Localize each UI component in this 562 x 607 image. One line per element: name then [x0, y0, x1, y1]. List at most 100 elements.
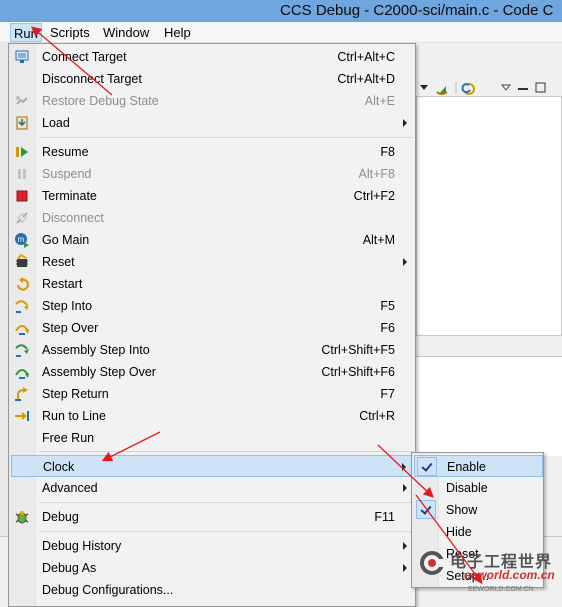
menu-item-load[interactable]: Load — [11, 112, 415, 134]
menu-item-shortcut: F5 — [380, 299, 395, 313]
checkmark-icon — [416, 500, 436, 519]
menu-item-restore-debug-state: Restore Debug State Alt+E — [11, 90, 415, 112]
submenu-arrow-icon — [402, 463, 406, 471]
terminate-icon — [16, 190, 28, 202]
menu-item-shortcut: Ctrl+F2 — [353, 189, 395, 203]
background-toolbar-icons — [420, 82, 546, 95]
menu-item-label: Restart — [42, 277, 83, 291]
submenu-item-enable[interactable]: Enable — [414, 455, 543, 477]
connect-target-icon — [15, 50, 29, 63]
menu-item-label: Debug As — [42, 561, 97, 575]
menu-item-label: Restore Debug State — [42, 94, 159, 108]
menu-item-label: Run to Line — [42, 409, 106, 423]
menu-item-shortcut: Alt+E — [364, 94, 395, 108]
submenu-item-label: Enable — [447, 460, 486, 474]
menu-item-debug-configurations[interactable]: Debug Configurations... — [11, 579, 415, 601]
step-return-icon — [15, 387, 28, 401]
menu-item-debug-history[interactable]: Debug History — [11, 535, 415, 557]
menu-item-label: Disconnect Target — [42, 72, 142, 86]
load-icon — [16, 116, 28, 130]
window-title: CCS Debug - C2000-sci/main.c - Code C — [280, 2, 554, 19]
menu-item-clock[interactable]: Clock — [11, 455, 415, 477]
menu-item-step-over[interactable]: Step Over F6 — [11, 317, 415, 339]
menu-run[interactable]: Run — [10, 23, 42, 42]
submenu-arrow-icon — [403, 484, 407, 492]
menu-window[interactable]: Window — [103, 25, 149, 40]
run-to-line-icon — [15, 411, 29, 421]
menu-item-label: Clock — [43, 460, 75, 474]
submenu-item-show[interactable]: Show — [414, 499, 543, 521]
submenu-item-label: Show — [446, 503, 478, 517]
menu-item-shortcut: Ctrl+Shift+F5 — [321, 343, 395, 357]
window-titlebar: CCS Debug - C2000-sci/main.c - Code C — [0, 0, 562, 22]
menu-item-label: Reset — [42, 255, 75, 269]
submenu-arrow-icon — [403, 119, 407, 127]
step-into-icon — [15, 300, 29, 313]
reset-icon — [16, 254, 28, 267]
menu-item-resume[interactable]: Resume F8 — [11, 141, 415, 163]
menu-item-debug[interactable]: Debug F11 — [11, 506, 415, 528]
menu-item-shortcut: Ctrl+Alt+C — [337, 50, 395, 64]
watermark-english-text: eeworld.com.cn — [464, 568, 555, 582]
menu-item-disconnect: Disconnect — [11, 207, 415, 229]
menu-item-restart[interactable]: Restart — [11, 273, 415, 295]
menu-item-go-main[interactable]: m Go Main Alt+M — [11, 229, 415, 251]
step-over-icon — [15, 325, 29, 335]
menu-item-connect-target[interactable]: Connect Target Ctrl+Alt+C — [11, 46, 415, 68]
menu-item-label: Step Return — [42, 387, 109, 401]
background-editor-panel — [416, 356, 562, 456]
menu-item-shortcut: F6 — [380, 321, 395, 335]
submenu-arrow-icon — [403, 564, 407, 572]
menu-item-label: Step Into — [42, 299, 93, 313]
menu-item-label: Assembly Step Over — [42, 365, 156, 379]
restore-debug-state-icon — [16, 96, 28, 105]
menu-item-label: Advanced — [42, 481, 98, 495]
menu-item-run-to-line[interactable]: Run to Line Ctrl+R — [11, 405, 415, 427]
run-menu-dropdown: Connect Target Ctrl+Alt+C Disconnect Tar… — [8, 43, 416, 607]
menu-item-step-return[interactable]: Step Return F7 — [11, 383, 415, 405]
submenu-arrow-icon — [403, 542, 407, 550]
menu-item-label: Disconnect — [42, 211, 104, 225]
menu-help[interactable]: Help — [164, 25, 191, 40]
menu-item-label: Resume — [42, 145, 89, 159]
debug-icon — [15, 511, 29, 524]
menu-item-free-run[interactable]: Free Run — [11, 427, 415, 449]
menu-item-shortcut: Ctrl+R — [359, 409, 395, 423]
eeworld-watermark: 电子工程世界 eeworld.com.cn EEWORLD.COM.CN — [414, 545, 562, 607]
menu-item-label: Free Run — [42, 431, 95, 445]
menu-item-advanced[interactable]: Advanced — [11, 477, 415, 499]
menu-item-reset[interactable]: Reset — [11, 251, 415, 273]
menu-scripts[interactable]: Scripts — [50, 25, 90, 40]
restart-icon — [17, 277, 29, 291]
menu-item-debug-as[interactable]: Debug As — [11, 557, 415, 579]
submenu-item-hide[interactable]: Hide — [414, 521, 543, 543]
menu-item-label: Step Over — [42, 321, 99, 335]
submenu-item-label: Disable — [446, 481, 488, 495]
assembly-step-over-icon — [15, 369, 29, 379]
menu-separator — [39, 451, 413, 452]
menu-item-label: Terminate — [42, 189, 97, 203]
menu-item-disconnect-target[interactable]: Disconnect Target Ctrl+Alt+D — [11, 68, 415, 90]
menu-item-label: Debug Configurations... — [42, 583, 174, 597]
menu-item-assembly-step-over[interactable]: Assembly Step Over Ctrl+Shift+F6 — [11, 361, 415, 383]
svg-text:m: m — [18, 235, 25, 244]
menu-item-label: Go Main — [42, 233, 90, 247]
menu-item-step-into[interactable]: Step Into F5 — [11, 295, 415, 317]
submenu-item-label: Hide — [446, 525, 472, 539]
background-view-panel — [416, 96, 562, 336]
menu-item-shortcut: Alt+F8 — [358, 167, 395, 181]
menu-item-terminate[interactable]: Terminate Ctrl+F2 — [11, 185, 415, 207]
suspend-icon — [18, 169, 26, 179]
checkmark-icon — [417, 457, 437, 476]
menu-separator — [39, 137, 413, 138]
submenu-item-disable[interactable]: Disable — [414, 477, 543, 499]
menu-item-assembly-step-into[interactable]: Assembly Step Into Ctrl+Shift+F5 — [11, 339, 415, 361]
menu-item-label: Debug — [42, 510, 79, 524]
menu-item-label: Connect Target — [42, 50, 127, 64]
menu-item-shortcut: F11 — [374, 510, 395, 524]
go-main-icon: m — [15, 233, 29, 248]
menu-item-label: Debug History — [42, 539, 122, 553]
menu-item-label: Suspend — [42, 167, 92, 181]
menu-item-suspend: Suspend Alt+F8 — [11, 163, 415, 185]
menu-item-label: Assembly Step Into — [42, 343, 150, 357]
